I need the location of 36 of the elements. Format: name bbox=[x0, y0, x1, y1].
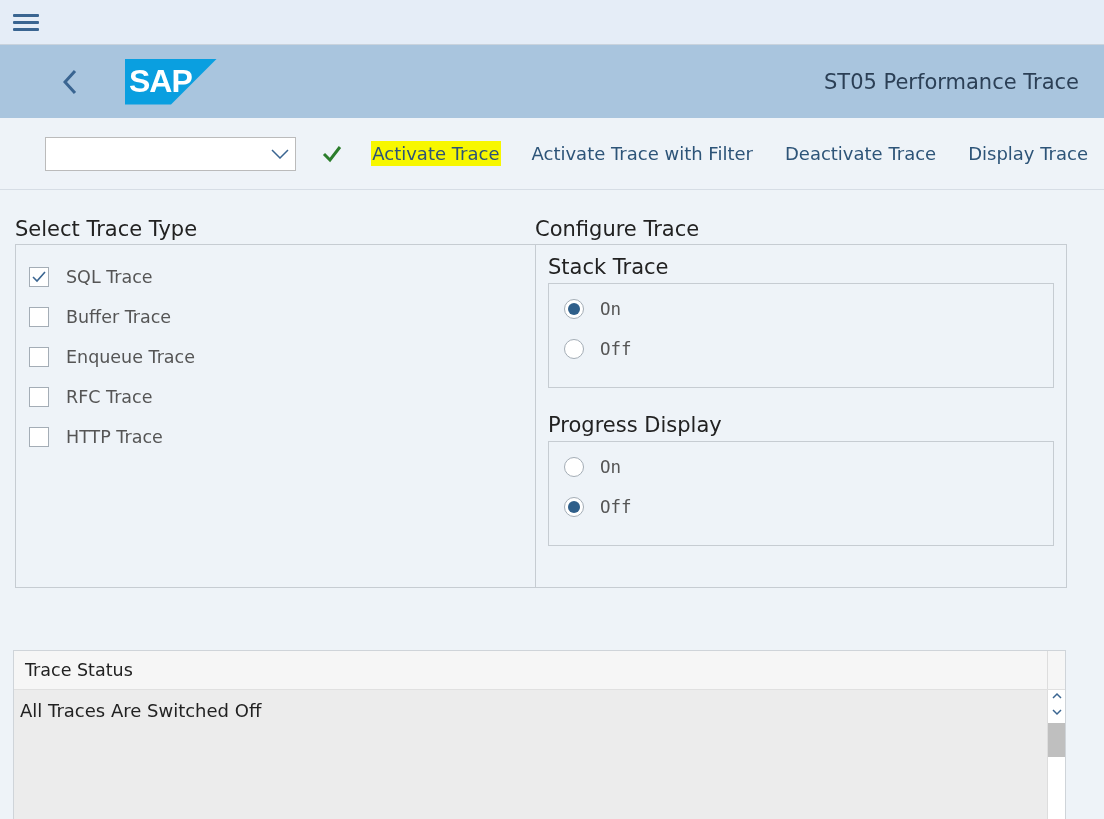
checkbox-label: HTTP Trace bbox=[66, 427, 163, 447]
checkbox-label: RFC Trace bbox=[66, 387, 153, 407]
page-title: ST05 Performance Trace bbox=[824, 69, 1079, 94]
radio-label: Off bbox=[600, 497, 632, 517]
status-text: All Traces Are Switched Off bbox=[20, 700, 262, 721]
back-icon[interactable] bbox=[63, 68, 77, 95]
group-title: Progress Display bbox=[548, 413, 723, 437]
checkbox[interactable] bbox=[29, 307, 49, 327]
toolbar-button[interactable]: Display Trace bbox=[967, 141, 1089, 166]
radio-label: On bbox=[600, 299, 622, 319]
checkbox[interactable] bbox=[29, 267, 49, 287]
group-title: Stack Trace bbox=[548, 255, 670, 279]
radio-label: On bbox=[600, 457, 622, 477]
checkbox[interactable] bbox=[29, 387, 49, 407]
menu-icon[interactable] bbox=[13, 13, 39, 31]
radio-button[interactable] bbox=[564, 497, 584, 517]
toolbar-button[interactable]: Deactivate Trace bbox=[783, 141, 938, 166]
toolbar-button[interactable]: Activate Trace bbox=[371, 141, 501, 166]
section-title: Select Trace Type bbox=[15, 216, 199, 243]
checkbox-label: Buffer Trace bbox=[66, 307, 172, 327]
column-header: Trace Status bbox=[24, 660, 134, 680]
checkbox[interactable] bbox=[29, 427, 49, 447]
toolbar-button[interactable]: Activate Trace with Filter bbox=[530, 141, 754, 166]
dropdown-field[interactable] bbox=[45, 136, 297, 171]
radio-button[interactable] bbox=[564, 457, 584, 477]
checkbox[interactable] bbox=[29, 347, 49, 367]
scrollbar[interactable] bbox=[1047, 690, 1065, 819]
radio-button[interactable] bbox=[564, 339, 584, 359]
sap-logo: SAP bbox=[125, 58, 217, 105]
checkbox-label: SQL Trace bbox=[66, 267, 153, 287]
section-title: Configure Trace bbox=[535, 216, 701, 243]
radio-button[interactable] bbox=[564, 299, 584, 319]
radio-label: Off bbox=[600, 339, 632, 359]
caret-icon bbox=[271, 148, 290, 159]
checkbox-label: Enqueue Trace bbox=[66, 347, 195, 367]
checkmark-icon[interactable] bbox=[322, 144, 343, 163]
